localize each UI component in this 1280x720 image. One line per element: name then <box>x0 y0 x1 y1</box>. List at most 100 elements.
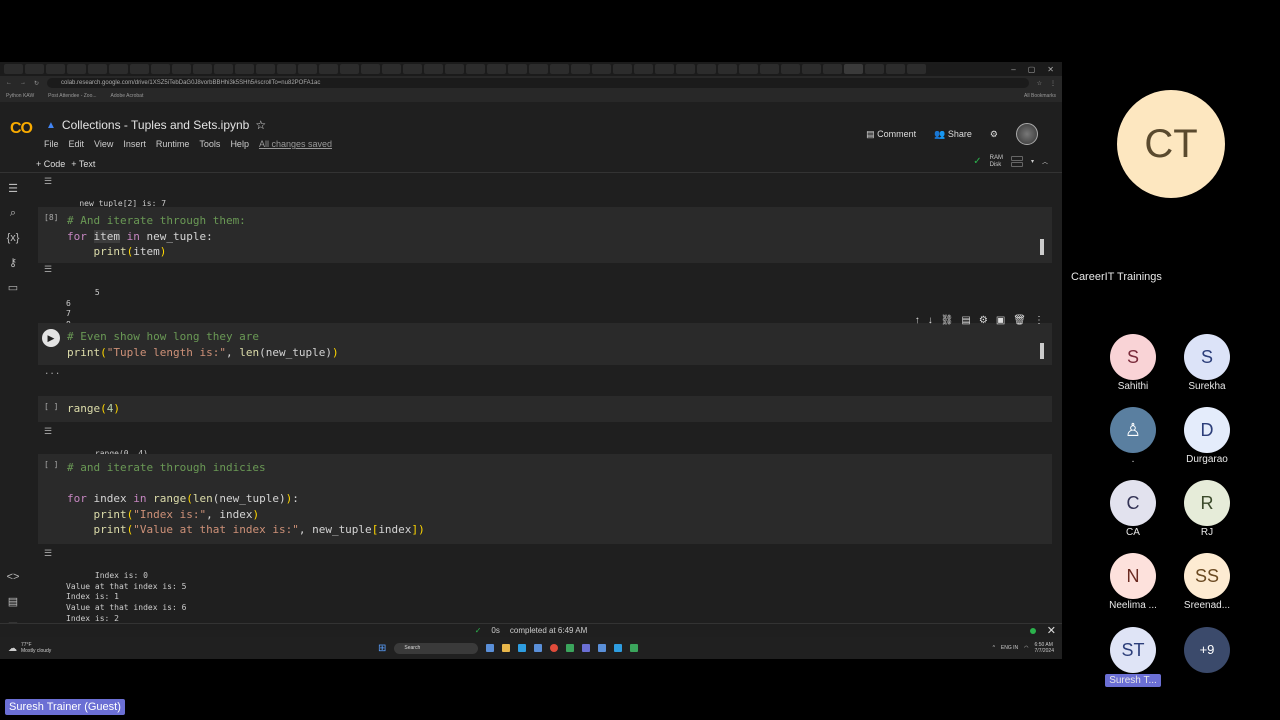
comment-button[interactable]: ▤ Comment <box>866 129 916 140</box>
browser-tab[interactable] <box>4 64 23 74</box>
browser-tab[interactable] <box>529 64 548 74</box>
cell-code[interactable]: # Even show how long they are print("Tup… <box>38 323 1052 366</box>
weather-widget[interactable]: ☁ 77°F Mostly cloudy <box>8 642 51 654</box>
browser-tab[interactable] <box>445 64 464 74</box>
output-icon[interactable]: ☰ <box>44 176 52 187</box>
browser-tab[interactable] <box>865 64 884 74</box>
browser-tab[interactable] <box>109 64 128 74</box>
participant-tile[interactable]: N Neelima ... <box>1098 553 1168 611</box>
browser-tab[interactable] <box>802 64 821 74</box>
browser-tab[interactable] <box>403 64 422 74</box>
browser-tab[interactable] <box>214 64 233 74</box>
menu-tools[interactable]: Tools <box>199 139 220 149</box>
cell-code[interactable]: range(4) <box>38 396 1052 423</box>
browser-tab[interactable] <box>592 64 611 74</box>
settings-gear-icon[interactable]: ⚙ <box>990 129 998 140</box>
run-cell-button[interactable]: ▶ <box>42 329 60 347</box>
menu-insert[interactable]: Insert <box>123 139 146 149</box>
close-window-icon[interactable]: ✕ <box>1047 65 1054 74</box>
code-snippets-icon[interactable]: <> <box>7 571 20 583</box>
windows-start-icon[interactable]: ⊞ <box>378 643 386 654</box>
more-options-icon[interactable]: ⋮ <box>1034 315 1044 326</box>
taskbar-app-icon[interactable] <box>486 644 495 652</box>
save-status-link[interactable]: All changes saved <box>259 139 332 149</box>
participant-tile[interactable]: C CA <box>1098 480 1168 538</box>
browser-tab[interactable] <box>361 64 380 74</box>
back-icon[interactable]: ← <box>6 80 12 86</box>
minimize-icon[interactable]: – <box>1011 65 1015 74</box>
participant-tile[interactable]: S Sahithi <box>1098 334 1168 392</box>
settings-gear-icon[interactable]: ⚙ <box>979 315 988 326</box>
add-code-button[interactable]: + Code <box>36 159 65 169</box>
browser-tab[interactable] <box>718 64 737 74</box>
all-bookmarks[interactable]: All Bookmarks <box>1024 93 1056 99</box>
code-cell[interactable]: [ ] range(4) <box>38 396 1052 422</box>
taskbar-app-icon[interactable] <box>614 644 623 652</box>
participant-tile[interactable]: SS Sreenad... <box>1172 553 1242 611</box>
comment-icon[interactable]: ▤ <box>961 315 970 326</box>
variables-icon[interactable]: {x} <box>7 232 20 244</box>
bookmark-item[interactable]: Adobe Acrobat <box>111 93 144 99</box>
menu-edit[interactable]: Edit <box>69 139 85 149</box>
taskbar-app-icon[interactable] <box>518 644 527 652</box>
browser-tab[interactable] <box>550 64 569 74</box>
command-palette-icon[interactable]: ▤ <box>8 595 18 608</box>
browser-tab[interactable] <box>886 64 905 74</box>
browser-tab[interactable] <box>88 64 107 74</box>
colab-logo[interactable]: CO <box>10 120 33 138</box>
cell-code[interactable]: # and iterate through indicies for index… <box>38 454 1052 544</box>
notebook-title[interactable]: Collections - Tuples and Sets.ipynb <box>62 118 249 132</box>
browser-tab[interactable] <box>655 64 674 74</box>
code-cell[interactable]: [8] # And iterate through them: for item… <box>38 207 1052 263</box>
bookmark-item[interactable]: Post Attendee - Zoo... <box>48 93 96 99</box>
maximize-icon[interactable]: ▢ <box>1028 65 1036 74</box>
browser-tab[interactable] <box>613 64 632 74</box>
delete-icon[interactable]: 🗑 <box>1013 315 1026 326</box>
participant-tile[interactable]: R RJ <box>1172 480 1242 538</box>
browser-tab[interactable] <box>172 64 191 74</box>
browser-tab[interactable] <box>25 64 44 74</box>
more-participants-button[interactable]: +9 <box>1172 627 1242 673</box>
output-collapsed-icon[interactable]: ... <box>44 367 60 378</box>
browser-tab[interactable] <box>508 64 527 74</box>
output-icon[interactable]: ☰ <box>44 549 52 560</box>
cell-scrollbar[interactable] <box>1040 343 1044 359</box>
chrome-icon[interactable] <box>550 644 559 652</box>
share-button[interactable]: 👥 Share <box>934 129 972 140</box>
taskbar-app-icon[interactable] <box>630 644 639 652</box>
browser-tab[interactable] <box>907 64 926 74</box>
menu-help[interactable]: Help <box>230 139 249 149</box>
participant-tile[interactable]: ♙ . <box>1098 407 1168 465</box>
browser-tab[interactable] <box>277 64 296 74</box>
search-icon[interactable]: ⌕ <box>10 207 16 220</box>
cell-code[interactable]: # And iterate through them: for item in … <box>38 207 1052 266</box>
participant-tile[interactable]: D Durgarao <box>1172 407 1242 465</box>
clock-date[interactable]: 7/7/2024 <box>1035 648 1054 654</box>
cell-scrollbar[interactable] <box>1040 239 1044 255</box>
browser-tab[interactable] <box>256 64 275 74</box>
browser-tab[interactable] <box>67 64 86 74</box>
taskbar-search[interactable]: Search <box>394 642 479 654</box>
browser-tab[interactable] <box>298 64 317 74</box>
browser-tab[interactable] <box>382 64 401 74</box>
browser-tab[interactable] <box>340 64 359 74</box>
taskbar-app-icon[interactable] <box>598 644 607 652</box>
language-indicator[interactable]: ENG IN <box>1001 645 1018 651</box>
browser-tab[interactable] <box>487 64 506 74</box>
bookmark-star-icon[interactable]: ☆ <box>1037 80 1042 87</box>
account-avatar[interactable] <box>1016 123 1038 145</box>
forward-icon[interactable]: → <box>20 80 26 86</box>
participant-tile[interactable]: S Surekha <box>1172 334 1242 392</box>
menu-file[interactable]: File <box>44 139 59 149</box>
bookmark-item[interactable]: Python KAW <box>6 93 34 99</box>
browser-tab[interactable] <box>823 64 842 74</box>
files-folder-icon[interactable]: ▭ <box>8 281 18 294</box>
browser-tab[interactable] <box>571 64 590 74</box>
wifi-icon[interactable]: ◠ <box>1024 645 1028 651</box>
runtime-status[interactable]: ✓ RAM Disk ▾ ︿ <box>973 155 1048 168</box>
runtime-dropdown-icon[interactable]: ▾ <box>1031 158 1034 165</box>
star-icon[interactable]: ☆ <box>255 118 266 132</box>
link-icon[interactable]: ⛓ <box>941 315 954 326</box>
browser-tab[interactable] <box>130 64 149 74</box>
taskbar-app-icon[interactable] <box>502 644 511 652</box>
